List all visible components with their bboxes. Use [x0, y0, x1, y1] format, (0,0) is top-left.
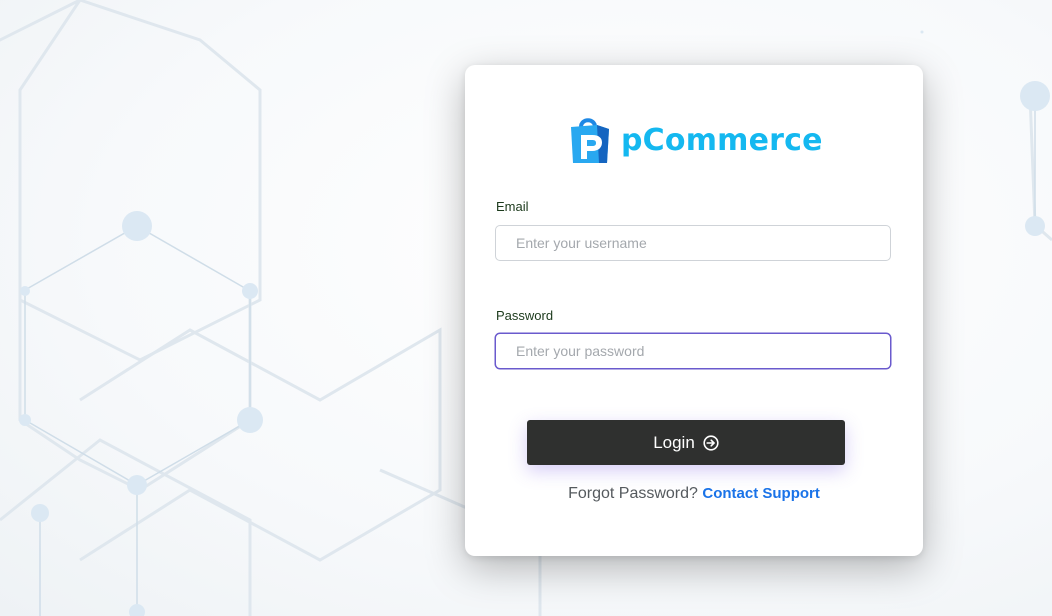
brand-logo: pCommerce	[569, 115, 823, 165]
shopping-bag-icon	[571, 118, 609, 163]
contact-support-link[interactable]: Contact Support	[702, 485, 820, 502]
forgot-password-text: Forgot Password?	[568, 485, 698, 502]
arrow-right-circle-icon	[703, 434, 719, 451]
password-input[interactable]	[495, 333, 891, 369]
brand-name: pCommerce	[621, 122, 823, 158]
email-input[interactable]	[495, 225, 891, 261]
email-label: Email	[496, 199, 529, 214]
login-page: pCommerce Email Password Login Forgot Pa…	[0, 0, 1052, 616]
login-card: pCommerce Email Password Login Forgot Pa…	[465, 65, 923, 556]
forgot-password-row: Forgot Password? Contact Support	[465, 485, 923, 503]
login-button[interactable]: Login	[527, 420, 845, 465]
password-label: Password	[496, 308, 554, 323]
login-button-label: Login	[653, 432, 695, 452]
